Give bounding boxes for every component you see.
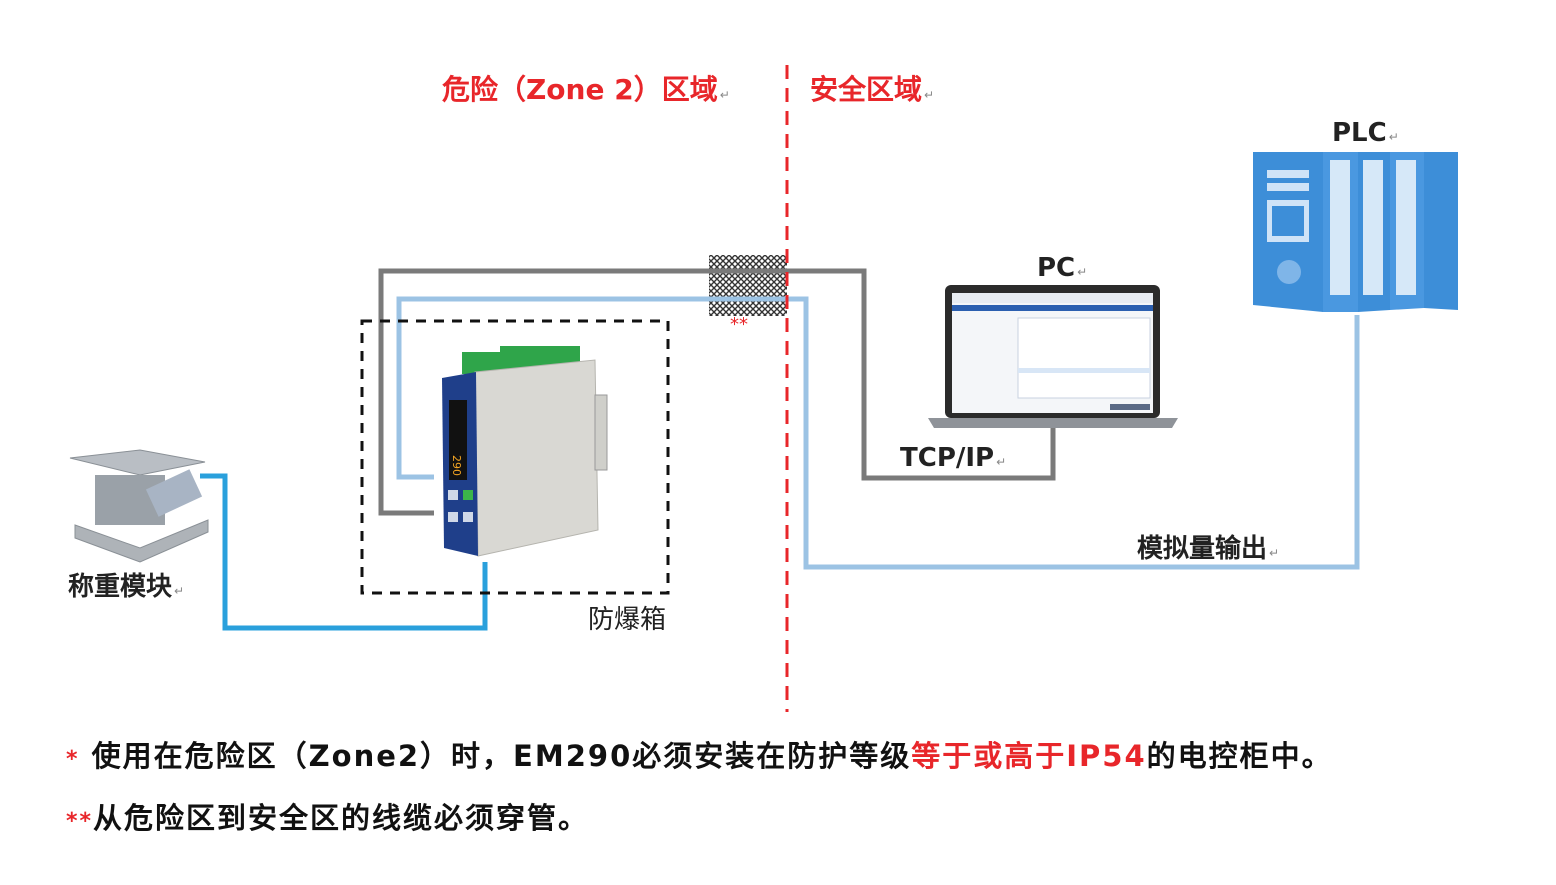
explosion-box-label: 防爆箱 — [588, 605, 667, 635]
return-mark: ↵ — [719, 88, 730, 102]
hazard-zone-label: 危险（Zone 2）区域 ↵ — [442, 76, 730, 104]
note-2: **从危险区到安全区的线缆必须穿管。 — [66, 795, 589, 837]
note-2-text: 从危险区到安全区的线缆必须穿管。 — [93, 801, 590, 835]
hazard-zone-text: 危险（Zone 2）区域 — [442, 73, 718, 106]
note-1-end: 的电控柜中。 — [1146, 739, 1333, 773]
plc-unit — [1253, 152, 1458, 312]
load-cell-label: 称重模块 ↵ — [68, 574, 184, 600]
note-1-text: 使用在危险区（Zone2）时，EM290必须安装在防护等级 — [79, 739, 912, 773]
note-1-highlight: 等于或高于IP54 — [911, 739, 1147, 773]
safe-zone-text: 安全区域 — [810, 73, 923, 106]
display-reading: 290 — [450, 455, 463, 476]
tcp-ip-text: TCP/IP — [900, 443, 995, 473]
return-mark: ↵ — [1077, 265, 1088, 279]
return-mark: ↵ — [996, 455, 1007, 469]
note-1: * 使用在危险区（Zone2）时，EM290必须安装在防护等级等于或高于IP54… — [66, 733, 1333, 775]
return-mark: ↵ — [924, 88, 935, 102]
return-mark: ↵ — [1388, 130, 1399, 144]
pc-laptop — [928, 285, 1178, 428]
conduit-mark: ** — [730, 314, 748, 335]
return-mark: ↵ — [1269, 546, 1280, 560]
note-2-star: ** — [66, 809, 94, 834]
load-cell-text: 称重模块 — [68, 572, 173, 602]
return-mark: ↵ — [174, 584, 185, 598]
tcp-ip-label: TCP/IP ↵ — [900, 445, 1006, 471]
em290-device: 290 — [442, 346, 608, 557]
pc-label: PC ↵ — [1037, 255, 1087, 281]
load-cell-module — [69, 449, 209, 563]
pc-text: PC — [1037, 253, 1076, 283]
plc-label: PLC ↵ — [1332, 120, 1399, 146]
analog-output-text: 模拟量输出 — [1137, 534, 1268, 564]
note-1-star: * — [66, 747, 80, 772]
plc-text: PLC — [1332, 118, 1387, 148]
safe-zone-label: 安全区域 ↵ — [810, 76, 934, 104]
cable-load-cell — [200, 473, 488, 631]
conduit — [709, 255, 787, 316]
analog-output-label: 模拟量输出 ↵ — [1137, 536, 1279, 562]
